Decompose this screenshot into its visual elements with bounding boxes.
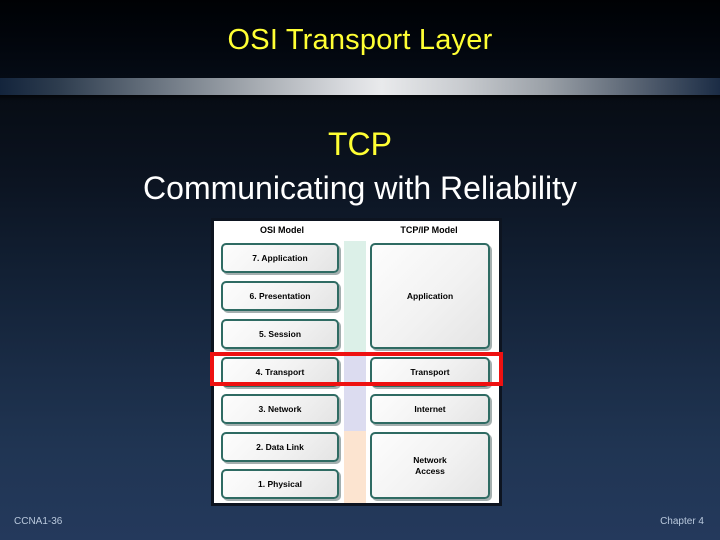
band-application-green [344,241,366,355]
osi-layer-7-application[interactable]: 7. Application [221,243,339,273]
column-header-osi: OSI Model [259,225,304,235]
footer-chapter-label: Chapter 4 [660,516,704,527]
slide-title: OSI Transport Layer [227,24,493,56]
heading-main: TCP [328,126,392,162]
osi-layer-3-network[interactable]: 3. Network [221,394,339,424]
footer-course-label: CCNA1-36 [14,516,63,527]
column-header-tcpip: TCP/IP Model [400,225,458,235]
header-divider-bar [0,78,720,95]
osi-layer-6-presentation[interactable]: 6. Presentation [221,281,339,311]
band-network-access-peach [344,431,366,503]
tcpip-layer-network-access[interactable]: Network Access [370,432,490,499]
slide: OSI Transport Layer TCP Communicating wi… [0,0,720,540]
heading-sub: Communicating with Reliability [143,170,577,206]
tcpip-layer-internet[interactable]: Internet [370,394,490,424]
transport-row-highlight-box [210,352,503,386]
osi-layer-5-session[interactable]: 5. Session [221,319,339,349]
tcpip-layer-application[interactable]: Application [370,243,490,349]
divider-shadow [0,95,720,101]
osi-layer-1-physical[interactable]: 1. Physical [221,469,339,499]
osi-layer-2-data-link[interactable]: 2. Data Link [221,432,339,462]
